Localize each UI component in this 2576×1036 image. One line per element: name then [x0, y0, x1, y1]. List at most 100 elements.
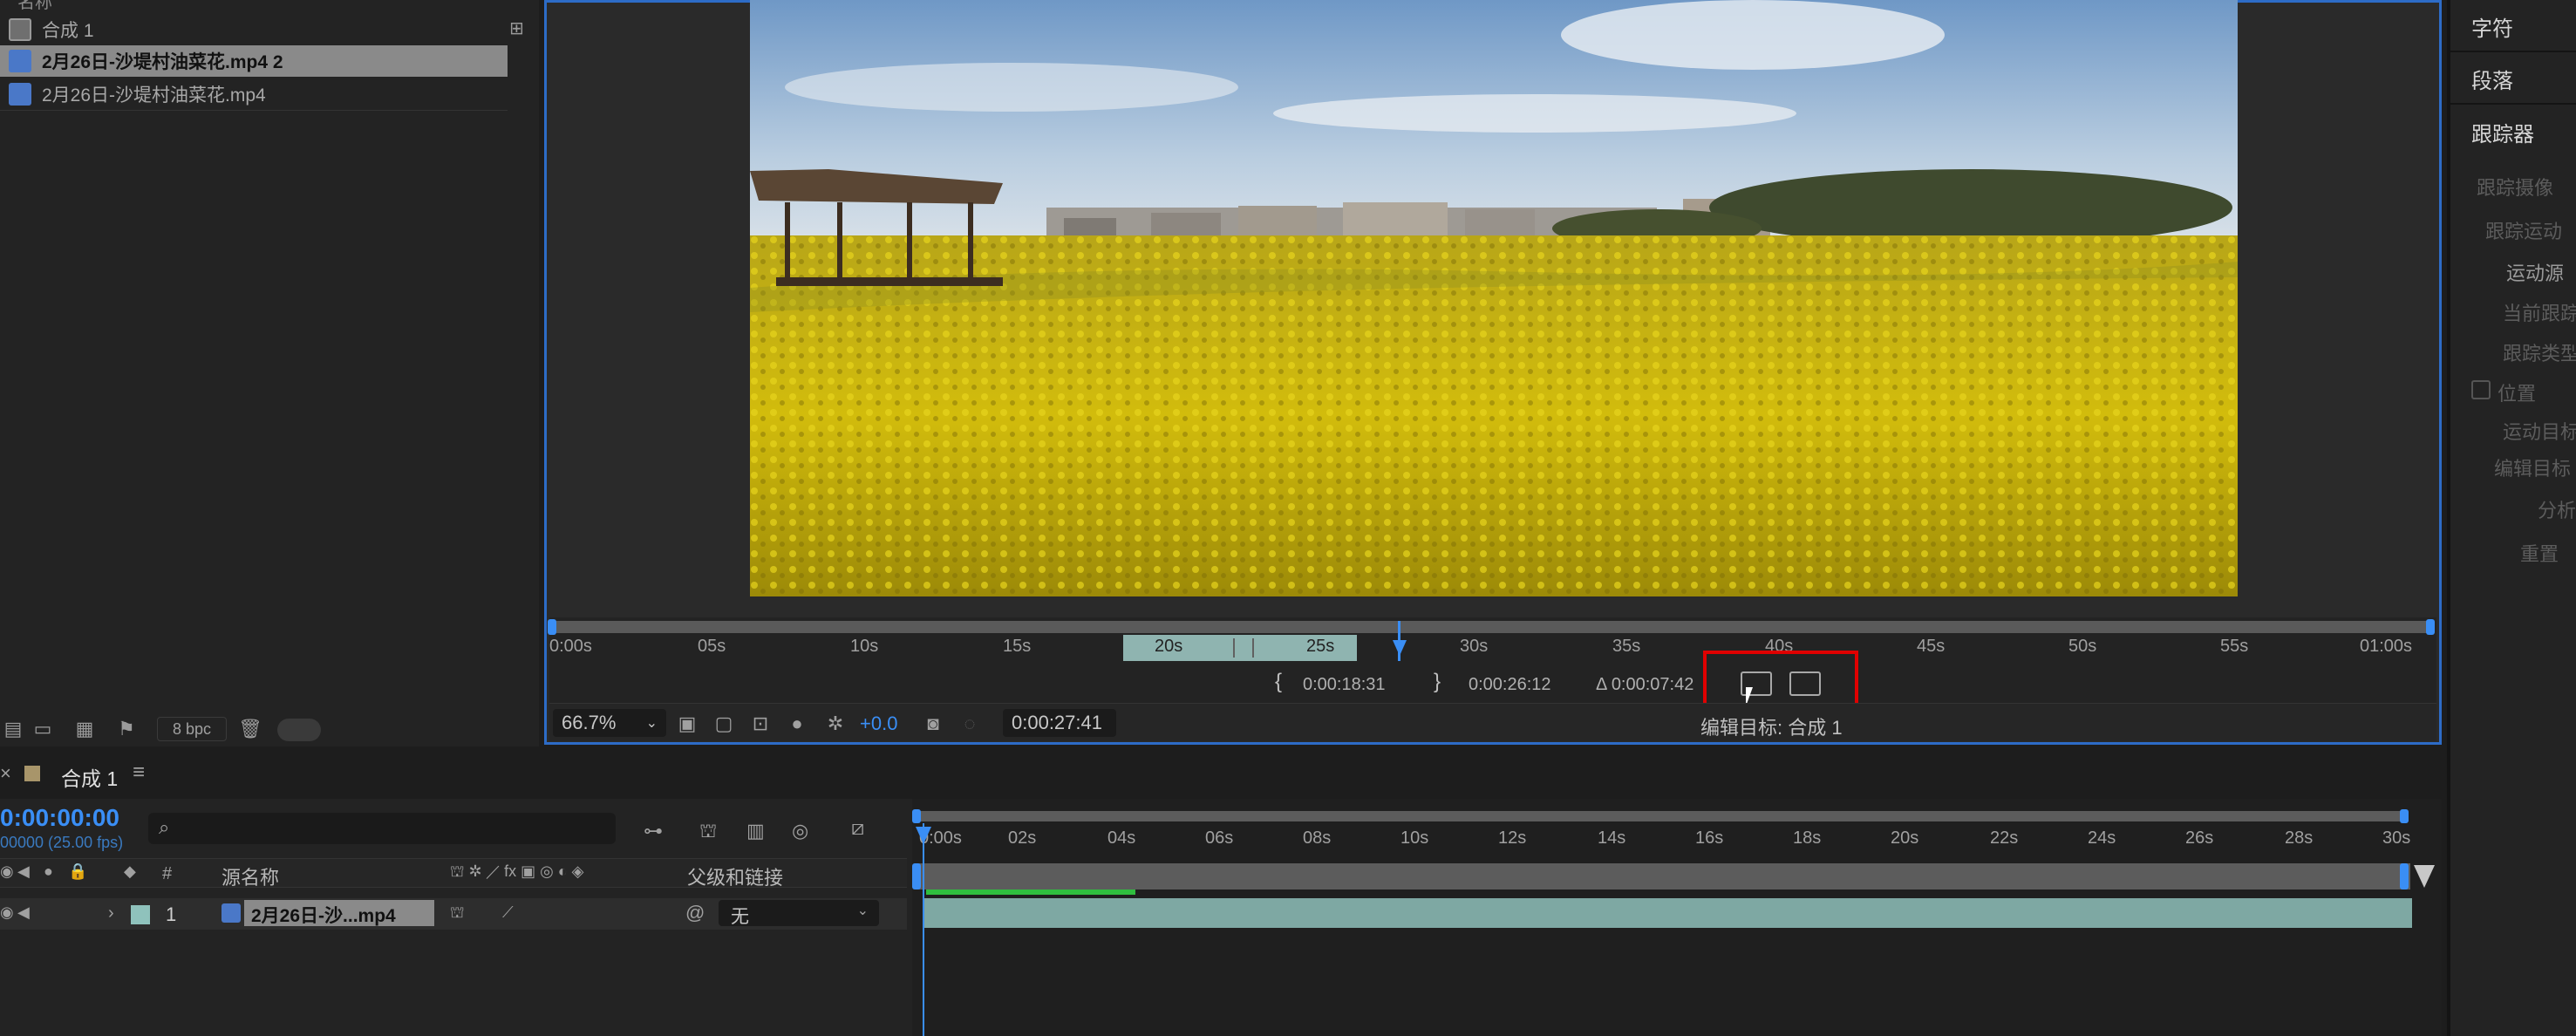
- project-item-footage-selected[interactable]: 2月26日-沙堤村油菜花.mp4 2: [0, 45, 508, 77]
- expand-chevron-icon[interactable]: ›: [108, 903, 114, 924]
- new-composition-icon[interactable]: ▦: [72, 717, 98, 741]
- frame-blending-icon[interactable]: ▥: [746, 820, 765, 842]
- reset-button[interactable]: 重置: [2520, 539, 2559, 567]
- set-out-point-icon[interactable]: }: [1434, 670, 1441, 694]
- tick-label: 08s: [1303, 828, 1332, 848]
- layer-audio-icon[interactable]: ◀: [17, 903, 30, 922]
- navigator-start-handle[interactable]: [912, 809, 921, 823]
- edit-target-button[interactable]: 编辑目标: [2494, 453, 2571, 481]
- parent-link-header[interactable]: 父级和链接: [687, 862, 783, 890]
- project-item-footage[interactable]: 2月26日-沙堤村油菜花.mp4: [0, 78, 508, 110]
- graph-editor-icon[interactable]: ⧄: [851, 816, 864, 841]
- work-area-bar[interactable]: [916, 863, 2410, 889]
- highlight-box: [1703, 651, 1858, 708]
- parent-dropdown[interactable]: 无 ⌄: [719, 900, 879, 927]
- source-name-header[interactable]: 源名称: [221, 862, 279, 890]
- snapshot-camera-icon[interactable]: ◙: [921, 712, 945, 735]
- layer-name[interactable]: 2月26日-沙...mp4: [244, 900, 434, 926]
- work-area-end-handle[interactable]: [2400, 863, 2409, 889]
- project-item-comp[interactable]: 合成 1: [0, 14, 508, 45]
- toggle-pill[interactable]: [277, 719, 321, 741]
- work-area-grip[interactable]: [1233, 638, 1254, 658]
- track-type-label: 跟踪类型: [2503, 343, 2576, 365]
- tick-label: 18s: [1793, 828, 1822, 848]
- layer-duration-bar[interactable]: [923, 898, 2412, 928]
- timeline-playhead[interactable]: [916, 827, 931, 844]
- out-point-time[interactable]: 0:00:26:12: [1469, 675, 1551, 695]
- tick-label: 16s: [1695, 828, 1724, 848]
- tab-character[interactable]: 字符: [2450, 2, 2576, 52]
- quality-switch-icon[interactable]: ⟋: [502, 903, 514, 922]
- exposure-value[interactable]: +0.0: [860, 712, 897, 735]
- set-in-point-icon[interactable]: {: [1275, 670, 1282, 694]
- track-motion-button[interactable]: 跟踪运动: [2485, 216, 2562, 244]
- timeline-navigator[interactable]: [916, 811, 2407, 821]
- tick-label: 10s: [850, 637, 879, 656]
- flowchart-icon[interactable]: ⊞: [509, 17, 534, 38]
- timeline-timecode[interactable]: 0:00:00:00: [0, 804, 119, 832]
- resolution-icon[interactable]: ▣: [675, 712, 699, 735]
- grid-guide-icon[interactable]: ⊡: [748, 712, 773, 735]
- video-eye-icon[interactable]: ◉: [0, 862, 14, 881]
- layer-visibility-icon[interactable]: ◉: [0, 903, 14, 922]
- comp-marker-icon[interactable]: [2414, 865, 2435, 888]
- safe-area-icon[interactable]: ▢: [712, 712, 736, 735]
- zoom-dropdown[interactable]: 66.7% ⌄: [553, 709, 666, 737]
- pick-whip-icon[interactable]: @: [685, 902, 705, 924]
- color-management-icon[interactable]: ✲: [823, 712, 848, 735]
- label-tag-icon[interactable]: ◆: [124, 862, 136, 881]
- timeline-tab-title[interactable]: 合成 1: [61, 762, 118, 792]
- tab-paragraph[interactable]: 段落: [2450, 54, 2576, 105]
- tab-tracker[interactable]: 跟踪器: [2450, 106, 2576, 157]
- tab-label: 字符: [2471, 17, 2513, 41]
- tick-label: 50s: [2068, 637, 2097, 656]
- shy-switch-icon[interactable]: ⛫: [450, 903, 465, 924]
- panel-menu-icon[interactable]: ≡: [133, 760, 145, 785]
- layer-label-color[interactable]: [131, 905, 150, 924]
- zoom-value: 66.7%: [562, 712, 617, 733]
- viewer-in-out-bar: { 0:00:18:31 } 0:00:26:12 Δ 0:00:07:42: [549, 665, 2436, 706]
- tick-label: 30s: [1460, 637, 1489, 656]
- viewer-time-navigator[interactable]: [551, 621, 2435, 633]
- navigator-end-handle[interactable]: [2400, 809, 2409, 823]
- navigator-end-handle[interactable]: [2426, 619, 2435, 635]
- layer-search-input[interactable]: ⌕: [148, 813, 616, 844]
- lock-icon[interactable]: 🔒: [68, 862, 87, 881]
- channel-icon[interactable]: ●: [785, 712, 809, 735]
- current-track-label: 当前跟踪: [2503, 303, 2576, 324]
- duration-readout: Δ 0:00:07:42: [1596, 675, 1694, 694]
- motion-blur-icon[interactable]: ◎: [792, 820, 808, 842]
- current-time-field[interactable]: 0:00:27:41: [1003, 709, 1116, 737]
- project-panel: 名称 ⊞ 合成 1 2月26日-沙堤村油菜花.mp4 2 2月26日-沙堤村油菜…: [0, 0, 539, 740]
- audio-speaker-icon[interactable]: ◀: [17, 862, 30, 881]
- motion-target-label: 运动目标: [2503, 421, 2576, 443]
- navigator-start-handle[interactable]: [548, 619, 556, 635]
- bit-depth-button[interactable]: 8 bpc: [157, 717, 227, 741]
- cached-frames-bar: [926, 889, 1135, 895]
- composition-icon: [9, 18, 31, 41]
- right-panel: 字符 段落 跟踪器 跟踪摄像 跟踪运动 运动源 当前跟踪 跟踪类型 位置 运动目…: [2447, 0, 2576, 1036]
- trash-icon[interactable]: 🗑: [237, 717, 263, 741]
- in-point-time[interactable]: 0:00:18:31: [1303, 675, 1386, 695]
- solo-dot-icon[interactable]: ●: [44, 862, 53, 881]
- close-tab-icon[interactable]: ×: [0, 762, 11, 785]
- shy-layers-icon[interactable]: ⛫: [699, 820, 717, 845]
- motion-source-label: 运动源: [2506, 262, 2565, 284]
- adjust-icon[interactable]: ⚑: [113, 717, 140, 741]
- composition-mini-flowchart-icon[interactable]: ⊶: [644, 820, 663, 842]
- interpret-footage-icon[interactable]: ▤: [0, 717, 26, 741]
- new-folder-icon[interactable]: ▭: [30, 717, 56, 741]
- search-icon: ⌕: [159, 816, 170, 838]
- tick-label: 04s: [1107, 828, 1136, 848]
- work-area-start-handle[interactable]: [912, 863, 921, 889]
- tick-label: 06s: [1205, 828, 1234, 848]
- layer-row[interactable]: ◉ ◀ › 1 2月26日-沙...mp4 ⛫ ⟋ @ 无 ⌄: [0, 898, 907, 930]
- parent-value: 无: [731, 907, 749, 927]
- show-snapshot-icon[interactable]: ◌: [957, 712, 982, 735]
- tick-label: 28s: [2285, 828, 2314, 848]
- tick-label: 14s: [1598, 828, 1626, 848]
- position-checkbox[interactable]: [2471, 380, 2491, 399]
- project-footer: ▤ ▭ ▦ ⚑ 8 bpc 🗑: [0, 712, 539, 746]
- viewer-playhead[interactable]: [1393, 640, 1407, 656]
- track-camera-button[interactable]: 跟踪摄像: [2477, 173, 2553, 201]
